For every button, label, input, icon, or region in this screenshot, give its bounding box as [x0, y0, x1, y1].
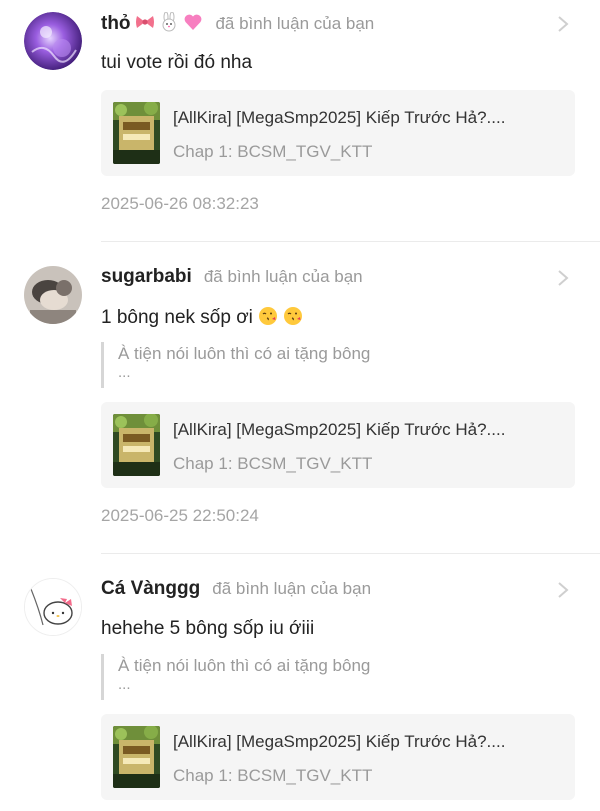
quoted-text: À tiện nói luôn thì có ai tặng bông: [118, 656, 371, 675]
username-emojis: [135, 12, 204, 34]
pink-heart-emoji-icon: [183, 12, 203, 32]
quoted-comment: À tiện nói luôn thì có ai tặng bông ...: [101, 342, 571, 388]
chevron-right-icon[interactable]: [556, 14, 570, 34]
story-cover: [113, 726, 160, 788]
divider: [101, 553, 600, 554]
avatar[interactable]: [24, 578, 82, 636]
story-title: [AllKira] [MegaSmp2025] Kiếp Trước Hả?..…: [173, 420, 506, 439]
notification-item[interactable]: sugarbabi đã bình luận của bạn 1 bông ne…: [0, 266, 600, 554]
kissing-face-emoji-icon: [283, 306, 303, 326]
quoted-comment: À tiện nói luôn thì có ai tặng bông ...: [101, 654, 571, 700]
username[interactable]: sugarbabi: [101, 266, 192, 288]
avatar[interactable]: [24, 12, 82, 70]
story-card[interactable]: [AllKira] [MegaSmp2025] Kiếp Trước Hả?..…: [101, 714, 575, 800]
notification-header: thỏ đã bình luận của bạn: [101, 12, 374, 38]
story-card[interactable]: [AllKira] [MegaSmp2025] Kiếp Trước Hả?..…: [101, 402, 575, 488]
story-cover: [113, 102, 160, 164]
notification-header: sugarbabi đã bình luận của bạn: [101, 266, 363, 292]
username[interactable]: thỏ: [101, 13, 131, 35]
action-text: đã bình luận của bạn: [203, 267, 363, 286]
comment-text: hehehe 5 bông sốp iu ớiii: [101, 618, 315, 639]
quoted-text: À tiện nói luôn thì có ai tặng bông: [118, 344, 371, 363]
comment-text: tui vote rồi đó nha: [101, 52, 253, 73]
username[interactable]: Cá Vànggg: [101, 578, 200, 600]
chevron-right-icon[interactable]: [556, 580, 570, 600]
action-text: đã bình luận của bạn: [212, 579, 372, 598]
chapter-name: Chap 1: BCSM_TGV_KTT: [173, 766, 373, 785]
quoted-more: ...: [118, 364, 131, 381]
notification-item[interactable]: thỏ đã bình luận của bạn tui vote rồi đó…: [0, 12, 600, 242]
timestamp: 2025-06-26 08:32:23: [101, 194, 259, 213]
timestamp: 2025-06-25 22:50:24: [101, 506, 259, 525]
bow-emoji-icon: [135, 12, 155, 32]
story-card[interactable]: [AllKira] [MegaSmp2025] Kiếp Trước Hả?..…: [101, 90, 575, 176]
notification-header: Cá Vànggg đã bình luận của bạn: [101, 578, 371, 604]
story-cover: [113, 414, 160, 476]
chapter-name: Chap 1: BCSM_TGV_KTT: [173, 454, 373, 473]
kissing-face-emoji-icon: [258, 306, 278, 326]
avatar[interactable]: [24, 266, 82, 324]
chapter-name: Chap 1: BCSM_TGV_KTT: [173, 142, 373, 161]
rabbit-emoji-icon: [159, 12, 179, 32]
notification-item[interactable]: Cá Vànggg đã bình luận của bạn hehehe 5 …: [0, 578, 600, 811]
comment-text-row: 1 bông nek sốp ơi: [101, 306, 303, 329]
divider: [101, 241, 600, 242]
notification-feed: thỏ đã bình luận của bạn tui vote rồi đó…: [0, 0, 600, 811]
chevron-right-icon[interactable]: [556, 268, 570, 288]
quoted-more: ...: [118, 676, 131, 693]
action-text: đã bình luận của bạn: [215, 14, 375, 33]
story-title: [AllKira] [MegaSmp2025] Kiếp Trước Hả?..…: [173, 108, 506, 127]
story-title: [AllKira] [MegaSmp2025] Kiếp Trước Hả?..…: [173, 732, 506, 751]
comment-text: 1 bông nek sốp ơi: [101, 307, 253, 328]
